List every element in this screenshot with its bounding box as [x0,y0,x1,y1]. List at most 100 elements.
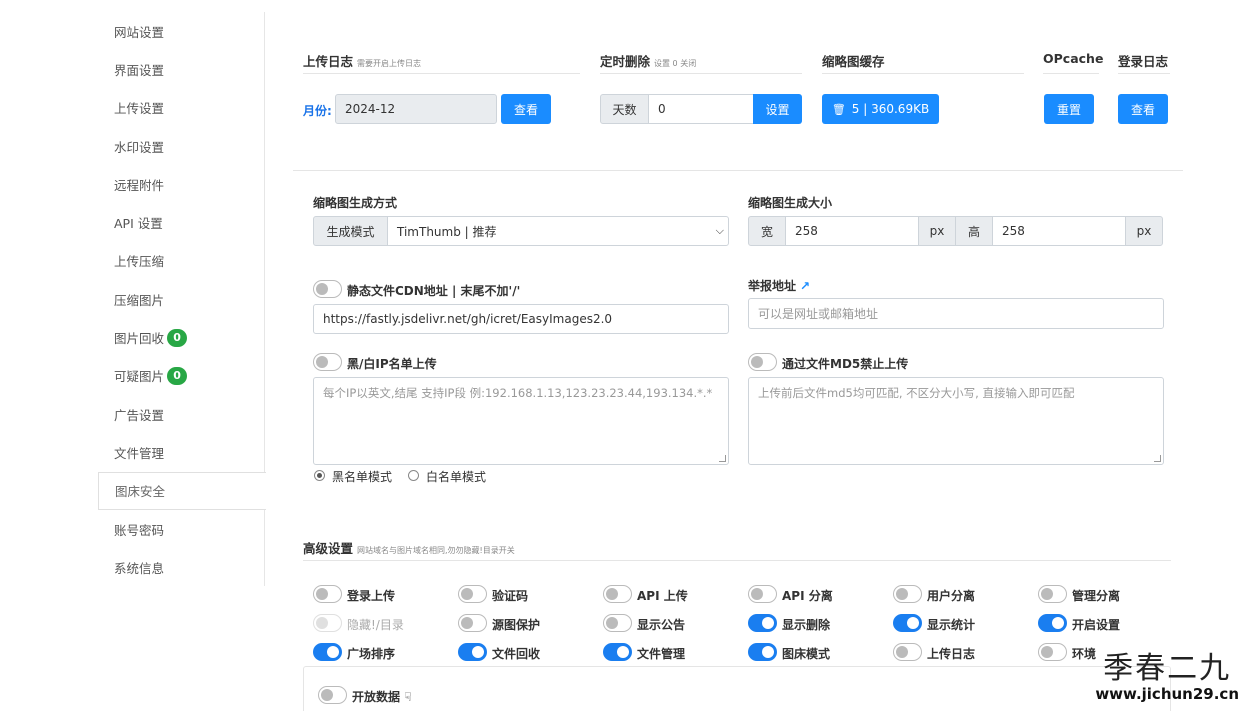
advanced-toggle[interactable] [1038,614,1067,632]
sidebar-item[interactable]: 网站设置 [98,12,264,50]
advanced-toggle-label: 登录上传 [347,589,396,603]
advanced-toggle[interactable] [1038,585,1067,603]
sidebar-item[interactable]: API 设置 [98,203,264,241]
sidebar-item-label: 系统信息 [114,560,165,576]
sidebar-item[interactable]: 文件管理 [98,433,264,471]
advanced-toggle[interactable] [313,614,342,632]
sidebar-item-label: 远程附件 [114,177,165,193]
sidebar-item-label: API 设置 [114,216,163,232]
thumb-size-label: 缩略图生成大小 [748,196,833,210]
advanced-toggle-label: 显示公告 [637,618,686,632]
sidebar-item[interactable]: 广告设置 [98,395,264,433]
height-input[interactable]: 258 [992,216,1126,246]
advanced-toggle[interactable] [603,643,632,661]
advanced-toggle[interactable] [458,585,487,603]
width-unit: px [918,216,956,246]
whitelist-radio[interactable] [408,470,419,481]
advanced-toggle[interactable] [893,614,922,632]
trash-icon: 🗑 [831,102,846,116]
advanced-toggle-label: 源图保护 [492,618,541,632]
advanced-toggle[interactable] [313,585,342,603]
hand-icon: ☟ [404,690,412,704]
width-input[interactable]: 258 [785,216,919,246]
advanced-toggle[interactable] [748,643,777,661]
advanced-toggle[interactable] [893,643,922,661]
sidebar-item[interactable]: 远程附件 [98,165,264,203]
height-label: 高 [955,216,993,246]
sidebar-item-label: 上传设置 [114,101,165,117]
sidebar-item[interactable]: 系统信息 [98,548,264,586]
days-input[interactable]: 0 [648,94,754,124]
count-badge: 0 [167,328,188,347]
sidebar-item-label: 网站设置 [114,24,165,40]
sidebar-item[interactable]: 界面设置 [98,50,264,88]
open-data-toggle[interactable] [318,686,347,704]
view-upload-log-button[interactable]: 查看 [501,94,551,124]
set-days-button[interactable]: 设置 [753,94,802,124]
sidebar-item-label: 可疑图片 [114,369,165,385]
advanced-toggle-label: 图床模式 [782,647,831,661]
advanced-toggle-label: 广场排序 [347,647,396,661]
watermark: 季春二九 www.jichun29.cn [1095,643,1239,703]
blacklist-radio[interactable] [314,470,325,481]
sidebar-item-label: 账号密码 [114,522,165,538]
sidebar-item-label: 上传压缩 [114,254,165,270]
advanced-toggle[interactable] [748,585,777,603]
sidebar-item-label: 水印设置 [114,139,165,155]
mode-label: 生成模式 [313,216,388,246]
sidebar-item[interactable]: 压缩图片 [98,280,264,318]
advanced-toggle-label: 隐藏!/目录 [347,618,404,632]
ip-list-toggle[interactable] [313,353,342,371]
advanced-toggle[interactable] [603,614,632,632]
whitelist-label: 白名单模式 [426,470,487,484]
sidebar-item[interactable]: 图床安全 [98,471,266,510]
cdn-input[interactable]: https://fastly.jsdelivr.net/gh/icret/Eas… [313,304,729,334]
ip-list-textarea[interactable]: 每个IP以英文,结尾 支持IP段 例:192.168.1.13,123.23.2… [313,377,729,465]
external-link-icon[interactable]: ↗ [800,279,810,293]
cdn-toggle[interactable] [313,280,342,298]
advanced-toggle[interactable] [1038,643,1067,661]
watermark-text: 季春二九 [1103,651,1232,686]
advanced-toggle[interactable] [603,585,632,603]
advanced-toggle-label: 显示统计 [927,618,976,632]
scheduled-delete-title: 定时删除 设置 0 关闭 [600,54,697,69]
sidebar-item-label: 广告设置 [114,407,165,423]
advanced-toggle[interactable] [458,643,487,661]
advanced-toggle[interactable] [893,585,922,603]
thumb-cache-title: 缩略图缓存 [822,54,885,69]
sidebar-item-label: 图片回收 [114,331,165,347]
advanced-toggle-label: 管理分离 [1072,589,1121,603]
clear-thumb-cache-button[interactable]: 🗑 5 | 360.69KB [822,94,939,124]
reset-opcache-button[interactable]: 重置 [1044,94,1094,124]
advanced-toggle-label: API 分离 [782,589,833,603]
advanced-toggle[interactable] [748,614,777,632]
view-login-log-button[interactable]: 查看 [1118,94,1168,124]
advanced-toggle-label: 显示删除 [782,618,831,632]
md5-toggle[interactable] [748,353,777,371]
advanced-toggle-label: API 上传 [637,589,688,603]
height-unit: px [1125,216,1163,246]
advanced-toggle[interactable] [458,614,487,632]
watermark-url: www.jichun29.cn [1095,685,1239,703]
cdn-label: 静态文件CDN地址 | 末尾不加'/' [347,284,521,298]
sidebar-item[interactable]: 水印设置 [98,127,264,165]
thumb-mode-select[interactable]: TimThumb | 推荐 ⌵ [387,216,729,246]
ip-list-label: 黑/白IP名单上传 [347,357,437,371]
open-data-label: 开放数据 ☟ [352,690,412,704]
report-label: 举报地址 ↗ [748,279,811,293]
opcache-title: OPcache [1043,51,1104,66]
sidebar-item[interactable]: 上传压缩 [98,242,264,280]
sidebar-item[interactable]: 图片回收 0 [98,318,264,356]
md5-textarea[interactable]: 上传前后文件md5均可匹配, 不区分大小写, 直接输入即可匹配 [748,377,1164,465]
report-input[interactable]: 可以是网址或邮箱地址 [748,298,1164,329]
sidebar-item[interactable]: 上传设置 [98,89,264,127]
month-input[interactable]: 2024-12 [335,94,497,124]
count-badge: 0 [167,366,188,385]
sidebar: 网站设置 界面设置 上传设置 水印设置 远程附件 API 设置 上传压缩 压缩图片 图片回收 0 可… [98,12,266,586]
sidebar-item-label: 压缩图片 [114,292,165,308]
sidebar-item[interactable]: 可疑图片 0 [98,357,264,395]
sidebar-item-label: 图床安全 [115,484,166,500]
blacklist-label: 黑名单模式 [332,470,393,484]
advanced-toggle[interactable] [313,643,342,661]
sidebar-item[interactable]: 账号密码 [98,510,264,548]
